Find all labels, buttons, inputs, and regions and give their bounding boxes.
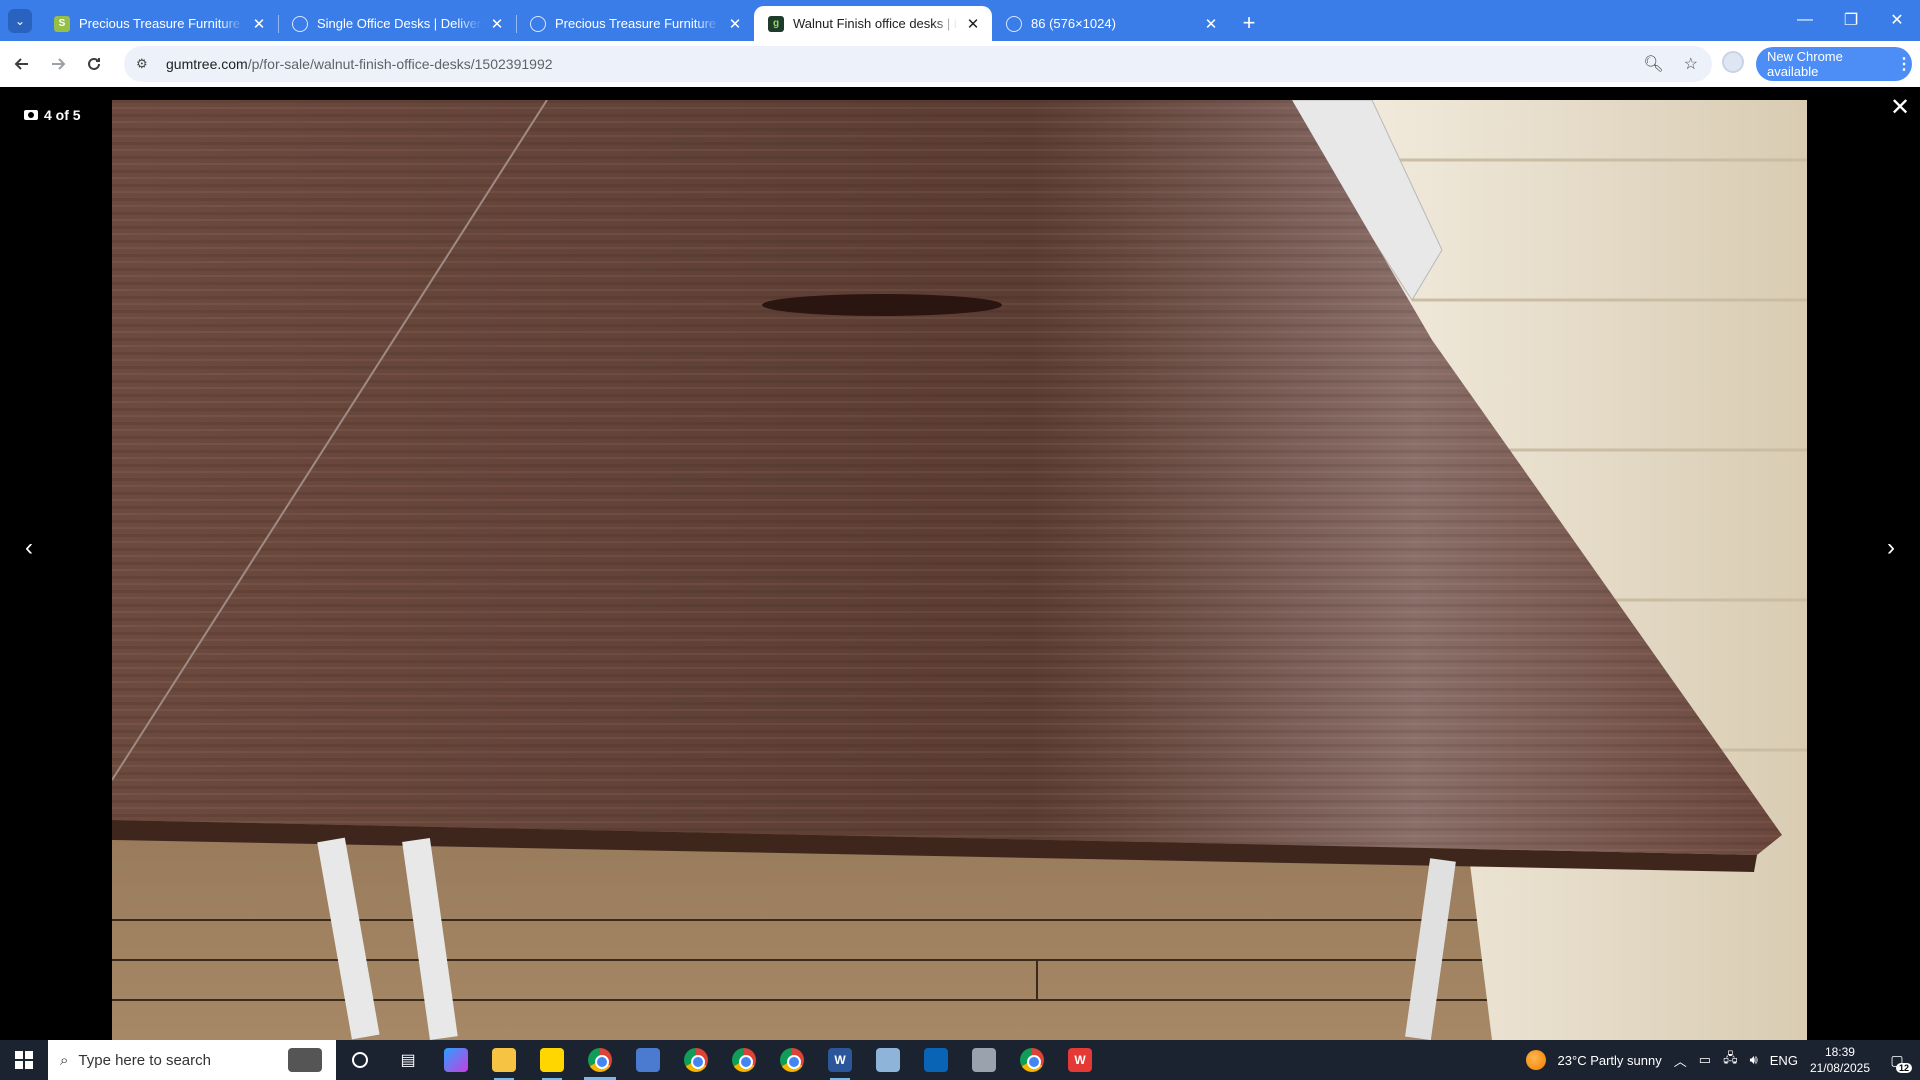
search-placeholder: Type here to search <box>78 1051 211 1069</box>
chrome-profile-2-icon[interactable] <box>672 1040 720 1080</box>
chrome-update-button[interactable]: New Chrome available ⋮ <box>1756 47 1912 81</box>
tab-0[interactable]: S Precious Treasure Furniture · Pr ✕ <box>40 6 278 41</box>
notification-count: 12 <box>1895 1063 1912 1073</box>
close-tab-icon[interactable]: ✕ <box>250 15 268 33</box>
search-icon: ⌕ <box>60 1051 69 1069</box>
task-view-icon[interactable]: ▤ <box>384 1040 432 1080</box>
weather-text[interactable]: 23°C Partly sunny <box>1558 1053 1662 1068</box>
clock[interactable]: 18:39 21/08/2025 <box>1810 1044 1870 1076</box>
site-info-icon[interactable]: ⚙ <box>136 56 156 72</box>
wps-office-icon[interactable]: W <box>1056 1040 1104 1080</box>
image-counter: 4 of 5 <box>24 107 81 123</box>
url-host: gumtree.com <box>166 56 248 72</box>
chrome-profile-3-icon[interactable] <box>720 1040 768 1080</box>
close-tab-icon[interactable]: ✕ <box>488 15 506 33</box>
reload-button[interactable] <box>76 46 112 82</box>
tab-2[interactable]: Precious Treasure Furniture | Aff ✕ <box>516 6 754 41</box>
tab-title: Precious Treasure Furniture | Aff <box>555 16 720 31</box>
next-image-arrow-icon[interactable]: › <box>1876 533 1906 563</box>
windows-logo-icon <box>15 1051 33 1069</box>
network-icon[interactable]: 🖧︎ <box>1723 1049 1738 1071</box>
sticky-notes-icon[interactable] <box>528 1040 576 1080</box>
back-button[interactable] <box>4 46 40 82</box>
browser-toolbar: ⚙ gumtree.com/p/for-sale/walnut-finish-o… <box>0 41 1920 87</box>
url-text: gumtree.com/p/for-sale/walnut-finish-off… <box>166 56 553 72</box>
tab-list: S Precious Treasure Furniture · Pr ✕ Sin… <box>40 6 1264 41</box>
outlook-icon[interactable] <box>912 1040 960 1080</box>
cortana-icon[interactable] <box>336 1040 384 1080</box>
new-tab-button[interactable]: + <box>1234 8 1264 38</box>
search-highlight-icon <box>288 1048 322 1072</box>
listing-photo <box>112 100 1807 1040</box>
previous-image-arrow-icon[interactable]: ‹ <box>14 533 44 563</box>
desk-photo-illustration <box>112 100 1807 1040</box>
close-tab-icon[interactable]: ✕ <box>1202 15 1220 33</box>
file-explorer-icon[interactable] <box>480 1040 528 1080</box>
shopify-icon: S <box>54 15 70 32</box>
gumtree-icon: g <box>768 15 784 32</box>
restore-icon[interactable]: ❐ <box>1828 0 1874 40</box>
forward-button[interactable] <box>40 46 76 82</box>
camera-icon <box>24 110 38 120</box>
address-bar[interactable]: ⚙ gumtree.com/p/for-sale/walnut-finish-o… <box>124 46 1712 82</box>
profile-avatar[interactable] <box>1722 51 1744 73</box>
taskbar-search-input[interactable]: ⌕ Type here to search <box>48 1040 336 1080</box>
volume-icon[interactable]: 🔊︎ <box>1750 1052 1758 1068</box>
clock-date: 21/08/2025 <box>1809 1061 1870 1075</box>
tab-title: Precious Treasure Furniture · Pr <box>79 16 244 31</box>
update-label: New Chrome available <box>1767 49 1843 79</box>
start-button[interactable] <box>0 1040 48 1080</box>
tab-3[interactable]: g Walnut Finish office desks | in C ✕ <box>754 6 992 41</box>
chrome-profile-5-icon[interactable] <box>1008 1040 1056 1080</box>
meet-now-icon[interactable]: ▭ <box>1699 1052 1711 1068</box>
reload-icon <box>88 57 100 70</box>
zoom-icon[interactable]: 🔍︎ <box>1643 54 1663 74</box>
tab-1[interactable]: Single Office Desks | Delivery av ✕ <box>278 6 516 41</box>
weather-icon[interactable] <box>1525 1050 1546 1070</box>
language-indicator[interactable]: ENG <box>1770 1053 1798 1068</box>
tab-4[interactable]: 86 (576×1024) ✕ <box>992 6 1230 41</box>
minimize-icon[interactable]: — <box>1782 0 1828 40</box>
windows-taskbar: ⌕ Type here to search ▤ W W 23°C Partly … <box>0 1040 1920 1080</box>
back-arrow-icon <box>14 58 28 70</box>
tab-search-button[interactable]: ⌄ <box>8 9 32 33</box>
paint-icon[interactable] <box>864 1040 912 1080</box>
chrome-taskbar-icon[interactable] <box>576 1040 624 1080</box>
menu-kebab-icon[interactable]: ⋮ <box>1896 54 1912 74</box>
tab-strip: ⌄ S Precious Treasure Furniture · Pr ✕ S… <box>0 0 1920 41</box>
printer-icon[interactable] <box>960 1040 1008 1080</box>
image-counter-text: 4 of 5 <box>44 107 81 123</box>
close-gallery-icon[interactable]: ✕ <box>1888 94 1912 121</box>
window-controls: — ❐ ✕ <box>1782 0 1920 40</box>
globe-icon <box>530 15 546 32</box>
calculator-icon[interactable] <box>624 1040 672 1080</box>
word-icon[interactable]: W <box>816 1040 864 1080</box>
tab-title: Single Office Desks | Delivery av <box>317 16 482 31</box>
url-path: /p/for-sale/walnut-finish-office-desks/1… <box>247 56 553 72</box>
close-tab-icon[interactable]: ✕ <box>726 15 744 33</box>
system-tray: 23°C Partly sunny ︿ ▭ 🖧︎ 🔊︎ ENG 18:39 21… <box>1525 1044 1920 1076</box>
show-hidden-icons-icon[interactable]: ︿ <box>1674 1051 1687 1070</box>
globe-icon <box>292 15 308 32</box>
image-gallery-overlay: 4 of 5 ✕ ‹ › <box>0 87 1920 1040</box>
notification-center-icon[interactable]: ▢ 12 <box>1882 1045 1912 1075</box>
chrome-profile-4-icon[interactable] <box>768 1040 816 1080</box>
copilot-icon[interactable] <box>432 1040 480 1080</box>
close-window-icon[interactable]: ✕ <box>1874 0 1920 40</box>
forward-arrow-icon <box>52 58 66 70</box>
globe-icon <box>1006 15 1022 32</box>
tab-title: 86 (576×1024) <box>1031 16 1116 31</box>
bookmark-star-icon[interactable]: ☆ <box>1684 54 1698 74</box>
tab-title: Walnut Finish office desks | in C <box>793 16 958 31</box>
clock-time: 18:39 <box>1824 1045 1855 1059</box>
close-tab-icon[interactable]: ✕ <box>964 15 982 33</box>
